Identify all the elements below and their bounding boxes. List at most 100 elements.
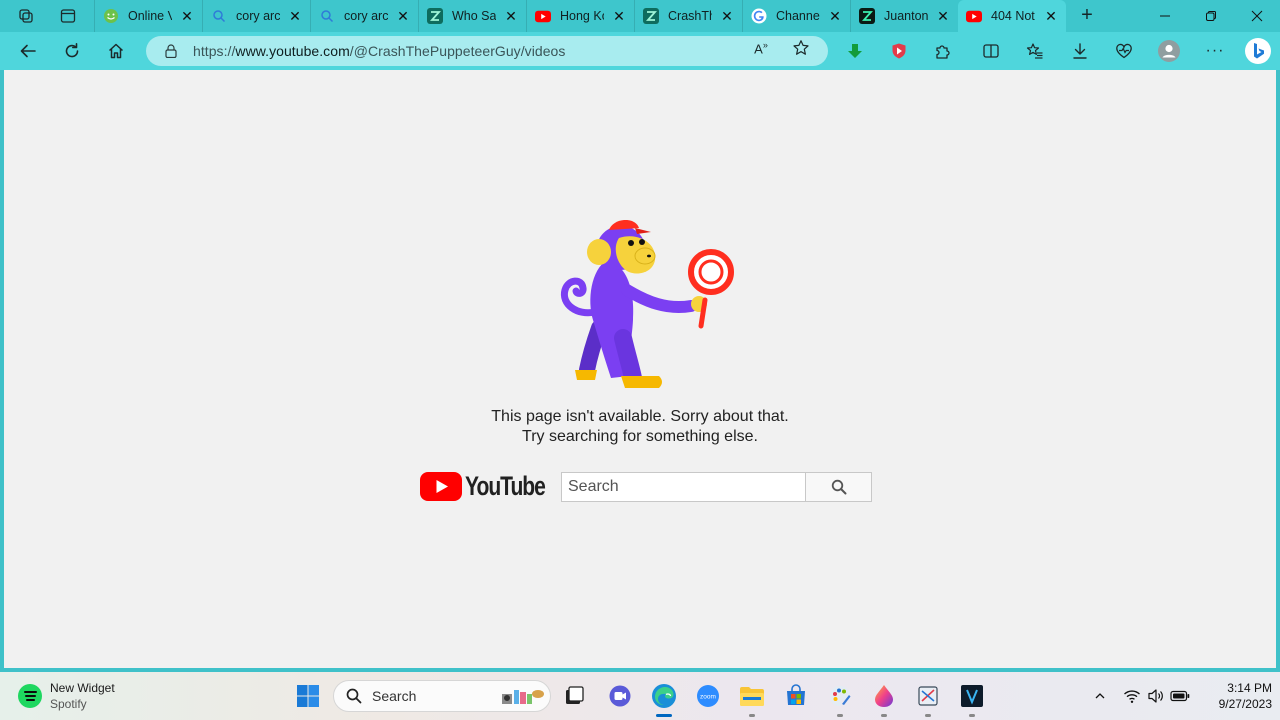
taskbar-search-box[interactable]: Search [333,680,551,712]
navigation-bar: https://www.youtube.com/@CrashThePuppete… [0,32,1280,70]
tab-list: Online V ✕ cory arc ✕ cory arc ✕ Who Say… [94,0,1066,32]
widget-title: New Widget [50,681,115,695]
battery-icon[interactable] [1170,686,1190,706]
close-icon[interactable]: ✕ [504,8,518,25]
lock-icon[interactable] [164,43,178,59]
task-view-icon[interactable] [560,682,588,710]
close-icon[interactable]: ✕ [396,8,410,25]
clock-date: 9/27/2023 [1218,697,1272,711]
youtube-logo[interactable]: YouTube [420,471,557,502]
bing-copilot-icon[interactable] [1243,36,1273,66]
new-tab-button[interactable]: + [1076,4,1098,26]
search-icon [319,8,335,24]
downloads-icon[interactable] [1066,37,1094,65]
monkey-illustration [560,220,734,388]
tab-cory-1[interactable]: cory arc ✕ [202,0,310,32]
show-hidden-icons-chevron-icon[interactable] [1090,686,1110,706]
paint-app-icon[interactable] [826,682,854,710]
tab-title: Hong Ko [560,9,604,23]
tab-title: CrashTh [668,9,712,23]
address-bar[interactable]: https://www.youtube.com/@CrashThePuppete… [146,36,828,66]
active-app-indicator [656,714,672,717]
search-input[interactable] [561,471,806,502]
smiley-icon [103,8,119,24]
z-logo-icon [859,8,875,24]
running-indicator [925,714,931,717]
z-logo-icon [427,8,443,24]
download-arrow-extension-icon[interactable] [841,37,869,65]
workspaces-icon[interactable] [12,2,40,30]
paint-3d-drop-icon[interactable] [870,682,898,710]
running-indicator [881,714,887,717]
tab-title: cory arc [344,9,388,23]
youtube-icon [535,8,551,24]
close-icon[interactable]: ✕ [1044,8,1058,25]
close-icon[interactable]: ✕ [288,8,302,25]
youtube-icon [966,8,982,24]
youtube-play-icon [420,472,462,501]
tab-title: cory arc [236,9,280,23]
tab-title: Online V [128,9,172,23]
tab-actions-icon[interactable] [54,2,82,30]
teams-chat-icon[interactable] [606,682,634,710]
search-icon [831,479,846,494]
back-button[interactable] [14,37,42,65]
url-text[interactable]: https://www.youtube.com/@CrashThePuppete… [193,43,565,59]
tab-404-active[interactable]: 404 Not ✕ [958,0,1066,32]
search-highlight-icon [502,690,544,704]
split-screen-icon[interactable] [977,37,1005,65]
close-window-button[interactable] [1234,0,1280,32]
tab-title: Juanton [884,9,928,23]
zoom-app-icon[interactable]: zoom [694,682,722,710]
tab-crash[interactable]: CrashTh ✕ [634,0,742,32]
performance-heart-icon[interactable] [1110,37,1138,65]
start-windows-icon[interactable] [294,682,322,710]
svg-text:zoom: zoom [700,694,716,701]
read-aloud-icon[interactable]: A» [752,39,770,57]
close-icon[interactable]: ✕ [720,8,734,25]
tab-cory-2[interactable]: cory arc ✕ [310,0,418,32]
spotify-widget[interactable]: New Widget Spotify [18,680,115,712]
file-explorer-icon[interactable] [738,682,766,710]
running-indicator [837,714,843,717]
running-indicator [749,714,755,717]
edge-browser-icon[interactable] [650,682,678,710]
wifi-icon[interactable] [1122,686,1142,706]
close-icon[interactable]: ✕ [936,8,950,25]
favorites-icon[interactable] [1021,37,1049,65]
close-icon[interactable]: ✕ [612,8,626,25]
home-button[interactable] [102,37,130,65]
minimize-button[interactable] [1142,0,1188,32]
close-icon[interactable]: ✕ [828,8,842,25]
refresh-button[interactable] [58,37,86,65]
profile-avatar[interactable] [1155,37,1183,65]
youtube-search-row: YouTube [420,471,872,502]
vegas-app-icon[interactable] [958,682,986,710]
tab-who-say[interactable]: Who Say ✕ [418,0,526,32]
page-content: This page isn't available. Sorry about t… [4,70,1276,668]
restore-button[interactable] [1188,0,1234,32]
tab-hong-kong[interactable]: Hong Ko ✕ [526,0,634,32]
error-message-line-1: This page isn't available. Sorry about t… [491,408,789,425]
microsoft-store-icon[interactable] [782,682,810,710]
search-button[interactable] [806,471,872,502]
tab-channel[interactable]: Channel ✕ [742,0,850,32]
snipping-tool-icon[interactable] [914,682,942,710]
search-icon [211,8,227,24]
clock-time: 3:14 PM [1227,681,1272,695]
volume-icon[interactable] [1146,686,1166,706]
widget-subtitle: Spotify [50,697,87,711]
tab-title: Who Say [452,9,496,23]
system-clock[interactable]: 3:14 PM 9/27/2023 [1196,680,1272,712]
shield-extension-icon[interactable] [885,37,913,65]
tab-juanton[interactable]: Juanton ✕ [850,0,958,32]
youtube-wordmark: YouTube [465,471,546,501]
search-icon [346,688,362,704]
favorite-star-icon[interactable] [792,39,810,57]
extensions-puzzle-icon[interactable] [929,37,957,65]
google-icon [751,8,767,24]
spotify-icon [18,684,42,708]
close-icon[interactable]: ✕ [180,8,194,25]
more-menu-icon[interactable]: ··· [1201,37,1229,65]
tab-online[interactable]: Online V ✕ [94,0,202,32]
